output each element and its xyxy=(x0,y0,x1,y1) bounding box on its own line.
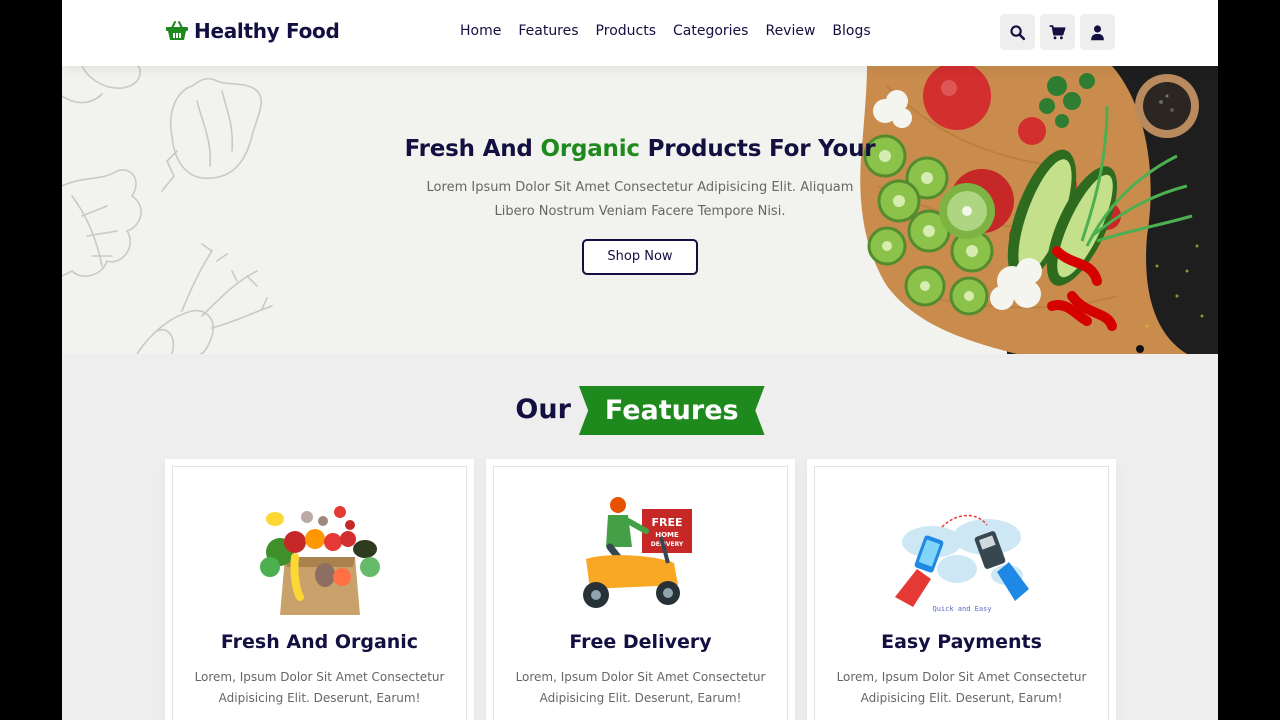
feature-card-title: Free Delivery xyxy=(569,631,712,653)
hero-description: Lorem Ipsum Dolor Sit Amet Consectetur A… xyxy=(426,180,854,219)
page: Healthy Food Home Features Products Cate… xyxy=(62,0,1218,720)
nav-review[interactable]: Review xyxy=(765,23,815,39)
hero-title: Fresh And Organic Products For Your xyxy=(402,136,878,162)
grocery-bag-image xyxy=(259,506,380,615)
basket-icon xyxy=(166,21,188,40)
badge-line-delivery: DELIVERY xyxy=(650,541,683,548)
features-heading-ribbon: Features xyxy=(578,386,765,435)
user-button[interactable] xyxy=(1080,14,1115,50)
feature-card: FREE HOME DELIVERY Free Delivery Lorem, … xyxy=(486,459,795,720)
search-button[interactable] xyxy=(1000,14,1035,50)
feature-cards: Fresh And Organic Lorem, Ipsum Dolor Sit… xyxy=(165,459,1116,720)
cart-button[interactable] xyxy=(1040,14,1075,50)
feature-card: Quick and Easy Easy Payments Lorem, Ipsu… xyxy=(807,459,1116,720)
main-nav: Home Features Products Categories Review… xyxy=(460,23,871,39)
feature-card-text: Lorem, Ipsum Dolor Sit Amet Consectetur … xyxy=(836,670,1087,705)
brand-name: Healthy Food xyxy=(194,19,340,43)
nav-home[interactable]: Home xyxy=(460,23,501,39)
delivery-scooter-image: FREE HOME DELIVERY xyxy=(582,497,692,608)
nav-features[interactable]: Features xyxy=(518,23,578,39)
badge-line-home: HOME xyxy=(655,531,679,539)
header-icons xyxy=(1000,14,1115,50)
features-heading: Our Features xyxy=(62,386,1218,435)
feature-card-text: Lorem, Ipsum Dolor Sit Amet Consectetur … xyxy=(515,670,766,705)
vegetable-board-image xyxy=(857,66,1218,354)
feature-card: Fresh And Organic Lorem, Ipsum Dolor Sit… xyxy=(165,459,474,720)
cart-icon xyxy=(1049,24,1066,39)
vegetable-sketch-illustration xyxy=(62,66,273,354)
hero-content: Fresh And Organic Products For Your Lore… xyxy=(402,136,878,275)
shop-now-button[interactable]: Shop Now xyxy=(582,239,698,275)
user-icon xyxy=(1091,24,1104,40)
hero-section: Fresh And Organic Products For Your Lore… xyxy=(62,66,1218,354)
nav-products[interactable]: Products xyxy=(596,23,656,39)
hero-title-start: Fresh And xyxy=(404,136,541,162)
hero-title-end: Products For Your xyxy=(639,136,876,162)
feature-card-title: Fresh And Organic xyxy=(220,631,419,653)
feature-card-title: Easy Payments xyxy=(881,631,1042,653)
hero-title-accent: Organic xyxy=(540,136,640,162)
feature-card-text: Lorem, Ipsum Dolor Sit Amet Consectetur … xyxy=(194,670,445,705)
features-heading-plain: Our xyxy=(515,394,571,425)
easy-payments-image: Quick and Easy xyxy=(894,514,1029,613)
nav-categories[interactable]: Categories xyxy=(673,23,748,39)
header: Healthy Food Home Features Products Cate… xyxy=(62,0,1218,66)
search-icon xyxy=(1010,24,1026,40)
logo[interactable]: Healthy Food xyxy=(165,19,340,43)
nav-blogs[interactable]: Blogs xyxy=(832,23,870,39)
payments-caption: Quick and Easy xyxy=(932,605,991,613)
badge-line-free: FREE xyxy=(651,516,682,529)
